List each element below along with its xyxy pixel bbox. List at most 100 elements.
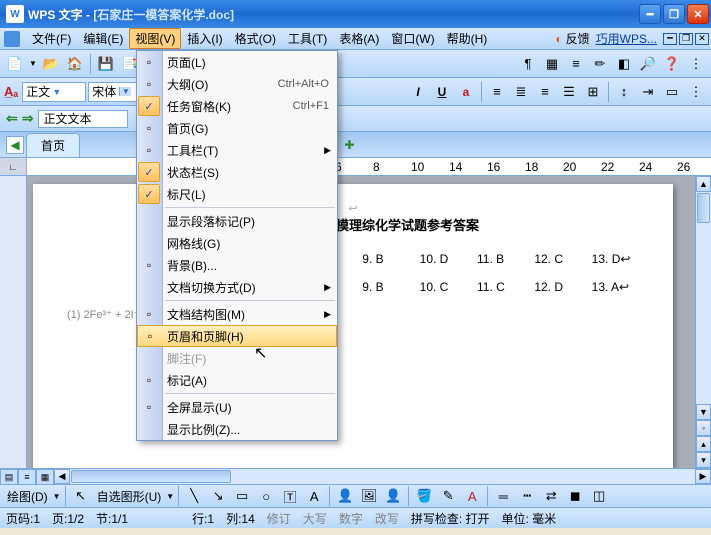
menu-item-markup-icon[interactable]: ▫标记(A) [137,369,337,391]
indent-button[interactable]: ⇥ [637,81,659,103]
add-tab-button[interactable]: ✚ [340,136,358,154]
columns-button[interactable]: ≡ [565,53,587,75]
italic-button[interactable]: I [407,81,429,103]
status-overwrite[interactable]: 改写 [375,510,399,527]
textbox-button[interactable]: 🅃 [279,485,301,507]
scroll-right-button[interactable]: ▶ [695,469,711,484]
menu-item-outline-icon[interactable]: ▫大纲(O)Ctrl+Alt+O [137,73,337,95]
horizontal-scrollbar[interactable]: ▤ ≡ ▦ ◀ ▶ [0,468,711,484]
tab-home[interactable]: 首页 [26,133,80,157]
status-num[interactable]: 数字 [339,510,363,527]
menu-item-fullscreen-icon[interactable]: ▫全屏显示(U) [137,396,337,418]
horizontal-ruler[interactable]: 4681014161820222426283032343638 [27,158,711,175]
align-left-button[interactable]: ≡ [486,81,508,103]
new-button[interactable]: 📄 [4,53,26,75]
table-button[interactable]: ▦ [541,53,563,75]
person1-icon[interactable]: 👤 [334,485,356,507]
zoom-button[interactable]: 🔎 [637,53,659,75]
docmap-button[interactable]: ◧ [613,53,635,75]
drawing-button[interactable]: ✏ [589,53,611,75]
menu-format[interactable]: 格式(O) [229,28,282,49]
menu-file[interactable]: 文件(F) [26,28,77,49]
status-spell[interactable]: 拼写检查: 打开 [411,510,490,527]
menu-item-header-footer-icon[interactable]: ▫页眉和页脚(H) [137,325,337,347]
line-spacing-button[interactable]: ↕ [613,81,635,103]
wordart-button[interactable]: A [303,485,325,507]
feedback-link[interactable]: ◐反馈 [555,30,589,47]
prev-page-button[interactable]: ▴ [696,436,711,452]
menu-insert[interactable]: 插入(I) [181,28,228,49]
rect-button[interactable]: ▭ [231,485,253,507]
menu-item-网格线(G)[interactable]: 网格线(G) [137,232,337,254]
menu-window[interactable]: 窗口(W) [385,28,440,49]
justify-button[interactable]: ☰ [558,81,580,103]
subwin-close[interactable]: ✕ [695,33,709,45]
fill-color-button[interactable]: 🪣 [413,485,435,507]
scroll-down-button[interactable]: ▼ [696,404,711,420]
person2-icon[interactable]: 👤 [382,485,404,507]
3d-button[interactable]: ◫ [588,485,610,507]
page-area[interactable]: ↩ 10 年石家庄高三一模理综化学试题参考答案 B. D9. B10. D11.… [27,176,695,468]
menu-tools[interactable]: 工具(T) [282,28,333,49]
arrow-button[interactable]: ↘ [207,485,229,507]
status-unit[interactable]: 单位: 毫米 [502,510,557,527]
draw-menu[interactable]: 绘图(D) [4,488,51,505]
font-color-button[interactable]: A [461,485,483,507]
scroll-left-button[interactable]: ◀ [54,469,70,484]
subwin-minimize[interactable]: ━ [663,33,677,45]
view-normal-button[interactable]: ▤ [0,469,18,485]
promote-arrow[interactable]: ⇐ [6,110,18,126]
align-center-button[interactable]: ≣ [510,81,532,103]
menu-item-状态栏(S)[interactable]: ✓状态栏(S) [137,161,337,183]
more-button[interactable]: ⋮ [685,53,707,75]
more-fmt-button[interactable]: ⋮ [685,81,707,103]
menu-item-page-icon[interactable]: ▫页面(L) [137,51,337,73]
line-style-button[interactable]: ═ [492,485,514,507]
maximize-button[interactable]: ❐ [663,4,685,24]
menu-table[interactable]: 表格(A) [333,28,385,49]
underline-button[interactable]: U [431,81,453,103]
menu-item-docmap-icon[interactable]: ▫文档结构图(M)▶ [137,303,337,325]
menu-item-background-icon[interactable]: ▫背景(B)... [137,254,337,276]
subwin-restore[interactable]: ❐ [679,33,693,45]
menu-item-显示段落标记(P)[interactable]: 显示段落标记(P) [137,210,337,232]
save-button[interactable]: 💾 [95,53,117,75]
menu-item-标尺(L)[interactable]: ✓标尺(L) [137,183,337,205]
minimize-button[interactable]: ━ [639,4,661,24]
new-dropdown[interactable]: ▼ [28,53,38,75]
shadow-button[interactable]: ◼ [564,485,586,507]
select-button[interactable]: ↖ [70,485,92,507]
style-combo[interactable]: 正文▼ [22,82,86,102]
menu-item-任务窗格(K)[interactable]: ✓任务窗格(K)Ctrl+F1 [137,95,337,117]
page-nav-button[interactable]: ◦ [696,420,711,436]
menu-view[interactable]: 视图(V) [129,28,181,49]
tab-nav-left[interactable]: ◀ [6,136,24,154]
line-button[interactable]: ╲ [183,485,205,507]
tips-link[interactable]: 巧用WPS... [596,30,657,47]
picture-button[interactable]: 🖼 [358,485,380,507]
menu-item-home-icon[interactable]: ▫首页(G) [137,117,337,139]
next-page-button[interactable]: ▾ [696,452,711,468]
line-color-button[interactable]: ✎ [437,485,459,507]
distribute-button[interactable]: ⊞ [582,81,604,103]
status-track[interactable]: 修订 [267,510,291,527]
vertical-scrollbar[interactable]: ▲ ▼ ◦ ▴ ▾ [695,176,711,468]
vertical-ruler[interactable] [0,176,27,468]
open-button[interactable]: 📂 [40,53,62,75]
menu-item-文档切换方式(D)[interactable]: 文档切换方式(D)▶ [137,276,337,298]
outline-level-combo[interactable]: 正文文本 [38,110,128,128]
scroll-thumb[interactable] [697,193,710,223]
hscroll-thumb[interactable] [71,470,231,483]
align-right-button[interactable]: ≡ [534,81,556,103]
autoshape-menu[interactable]: 自选图形(U) [94,488,165,505]
close-button[interactable]: ✕ [687,4,709,24]
paragraph-button[interactable]: ¶ [517,53,539,75]
menu-item-toolbar-icon[interactable]: ▫工具栏(T)▶ [137,139,337,161]
menu-help[interactable]: 帮助(H) [441,28,494,49]
status-caps[interactable]: 大写 [303,510,327,527]
borders-button[interactable]: ▭ [661,81,683,103]
view-outline-button[interactable]: ≡ [18,469,36,485]
scroll-up-button[interactable]: ▲ [696,176,711,192]
oval-button[interactable]: ○ [255,485,277,507]
lowercase-a-button[interactable]: a [455,81,477,103]
